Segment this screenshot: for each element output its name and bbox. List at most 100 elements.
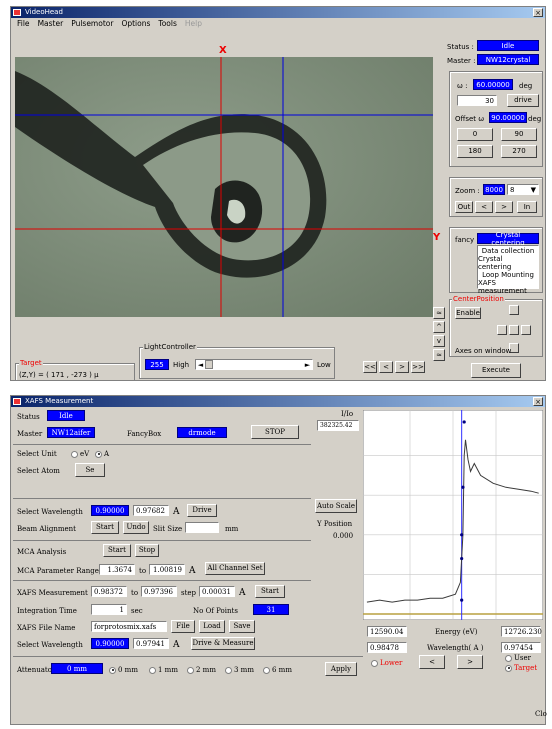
att-2-radio[interactable]: 2 mm [187,666,216,674]
xafs-titlebar[interactable]: XAFS Measurement × [11,396,545,407]
integration-time-input[interactable]: 1 [91,604,127,615]
radio-icon[interactable] [371,659,378,667]
nav-last-button[interactable]: >> [411,361,425,373]
radio-icon[interactable] [505,664,512,672]
zoom-in-button[interactable]: In [517,201,537,213]
xafs-chart[interactable] [363,410,543,620]
xafs-to-input[interactable]: 0.97396 [141,586,177,597]
mca-stop-button[interactable]: Stop [135,544,159,557]
att-0-radio[interactable]: 0 mm [109,666,138,674]
execute-button[interactable]: Execute [471,363,521,378]
step-down-button[interactable]: v [433,335,445,347]
omega-drive-button[interactable]: drive [507,94,539,107]
chevron-down-icon[interactable]: ▼ [531,186,536,194]
menu-pulsemotor[interactable]: Pulsemotor [71,18,113,29]
chart-next-button[interactable]: > [457,655,483,669]
close-button-label[interactable]: Clo [535,710,547,718]
fancy-option-data-collection[interactable]: Data collection [482,247,535,255]
unit-ev-radio[interactable]: eV [71,450,89,458]
zoom-select[interactable]: 8 ▼ [507,184,539,195]
mca-range-from-input[interactable]: 1.3674 [99,564,135,575]
offset-value: 90.00000 [489,112,527,123]
load-button[interactable]: Load [199,620,225,633]
nav-prev-button[interactable]: < [379,361,393,373]
zoom-out-button[interactable]: Out [455,201,473,213]
menu-master[interactable]: Master [38,18,64,29]
step-up-fast-button[interactable]: ≈ [433,307,445,319]
divider [13,444,311,445]
auto-scale-button[interactable]: Auto Scale [315,499,357,513]
apply-button[interactable]: Apply [325,662,357,676]
num-points-label: No Of Points [193,607,238,615]
angle-90-button[interactable]: 90 [501,128,537,141]
radio-icon[interactable] [109,666,116,674]
drive-measure-button[interactable]: Drive & Measure [191,637,255,650]
stop-button[interactable]: STOP [251,425,299,439]
step-up-button[interactable]: ^ [433,321,445,333]
camera-view[interactable] [15,57,433,317]
menu-file[interactable]: File [17,18,30,29]
close-icon[interactable]: × [533,8,543,17]
radio-icon[interactable] [225,666,232,674]
mca-start-button[interactable]: Start [103,544,131,557]
omega-step-input[interactable]: 30 [457,95,497,106]
radio-icon[interactable] [505,654,512,662]
xafs-start-button[interactable]: Start [255,585,285,598]
user-radio[interactable]: User [505,654,531,662]
close-icon[interactable]: × [533,397,543,406]
lower-radio[interactable]: Lower [371,659,402,667]
angle-180-button[interactable]: 180 [457,145,493,158]
slider-left-arrow[interactable]: ◄ [196,361,205,369]
xafs-step-input[interactable]: 0.00031 [199,586,235,597]
nav-next-button[interactable]: > [395,361,409,373]
fancy-option-xafs-measurement[interactable]: XAFS measurement [478,279,538,295]
wavelength2-input[interactable]: 0.97941 [133,638,169,649]
beam-undo-button[interactable]: Undo [123,521,149,534]
step-down-fast-button[interactable]: ≈ [433,349,445,361]
angle-0-button[interactable]: 0 [457,128,493,141]
videohead-titlebar[interactable]: VideoHead × [11,7,545,18]
center-up-button[interactable] [509,305,519,315]
att-6-radio[interactable]: 6 mm [263,666,292,674]
radio-icon[interactable] [71,450,78,458]
enable-button[interactable]: Enable [455,307,481,319]
slider-right-arrow[interactable]: ► [303,361,312,369]
axes-on-window-label: Axes on window [455,347,512,355]
xafs-from-input[interactable]: 0.98372 [91,586,127,597]
atom-button[interactable]: Se [75,463,105,477]
fancy-option-loop-mounting[interactable]: Loop Mounting [482,271,534,279]
center-right-button[interactable] [521,325,531,335]
wavelength-input[interactable]: 0.97682 [133,505,169,516]
unit-a-radio[interactable]: A [95,450,109,458]
menu-tools[interactable]: Tools [158,18,176,29]
radio-icon[interactable] [95,450,102,458]
fancy-list[interactable]: Data collection Crystal centering Loop M… [477,245,539,295]
chart-prev-button[interactable]: < [419,655,445,669]
all-channel-set-button[interactable]: All Channel Set [205,562,265,575]
save-button[interactable]: Save [229,620,255,633]
slit-size-input[interactable] [185,522,219,533]
menu-options[interactable]: Options [121,18,150,29]
center-mid-button[interactable] [509,325,519,335]
fancy-option-crystal-centering[interactable]: Crystal centering [478,255,538,271]
user-label: User [514,654,531,662]
att-1-radio[interactable]: 1 mm [149,666,178,674]
file-name-input[interactable]: forprotosmix.xafs [91,621,167,632]
nav-first-button[interactable]: << [363,361,377,373]
zoom-prev-button[interactable]: < [475,201,493,213]
radio-icon[interactable] [187,666,194,674]
zoom-next-button[interactable]: > [495,201,513,213]
radio-icon[interactable] [149,666,156,674]
slider-thumb[interactable] [205,360,213,369]
beam-start-button[interactable]: Start [91,521,119,534]
mca-range-to-input[interactable]: 1.00819 [149,564,185,575]
angle-270-button[interactable]: 270 [501,145,537,158]
radio-icon[interactable] [263,666,270,674]
file-button[interactable]: File [171,620,195,633]
master-label: Master : [447,57,476,65]
center-left-button[interactable] [497,325,507,335]
att-3-radio[interactable]: 3 mm [225,666,254,674]
wavelength-drive-button[interactable]: Drive [187,504,217,517]
target-radio[interactable]: Target [505,664,537,672]
light-slider[interactable]: ◄ ► [195,359,313,370]
